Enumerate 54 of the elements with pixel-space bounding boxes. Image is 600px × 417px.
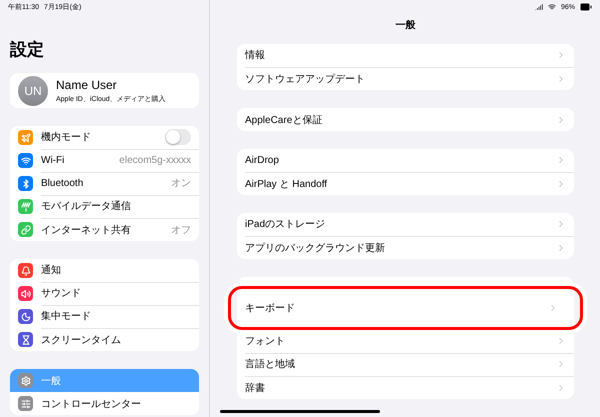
signal-icon <box>534 3 543 11</box>
sidebar-item[interactable]: インターネット共有 オフ <box>10 218 199 241</box>
settings-row[interactable]: フォント <box>237 330 574 353</box>
sidebar-item[interactable]: Wi-Fi elecom5g-xxxxx <box>10 149 199 172</box>
sidebar-label: スクリーンタイム <box>41 334 121 346</box>
avatar: UN <box>18 76 48 106</box>
row-label: ソフトウェアアップデート <box>245 72 365 86</box>
sidebar-label: 一般 <box>41 374 61 388</box>
settings-row[interactable]: アプリのバックグラウンド更新 <box>237 236 574 259</box>
row-label: AirDrop <box>245 154 279 166</box>
sidebar-item[interactable]: 機内モード <box>10 126 199 149</box>
sidebar-label: コントロールセンター <box>41 398 141 410</box>
row-label: アプリのバックグラウンド更新 <box>245 242 385 254</box>
sidebar-label: 機内モード <box>41 130 91 144</box>
wifi-icon <box>548 3 556 11</box>
sidebar-label: モバイルデータ通信 <box>41 200 131 213</box>
settings-row[interactable]: 言語と地域 <box>237 353 574 376</box>
row-label: 情報 <box>245 48 265 62</box>
sidebar-label: 集中モード <box>41 310 91 323</box>
row-label: iPadのストレージ <box>245 218 326 231</box>
sidebar-label: インターネット共有 <box>41 224 131 236</box>
row-label: 辞書 <box>245 382 265 394</box>
row-label: AirPlay と Handoff <box>245 178 328 190</box>
settings-row[interactable]: AirDrop <box>237 149 574 172</box>
setting-value: オン <box>171 177 191 190</box>
setting-value: elecom5g-xxxxx <box>119 154 191 166</box>
settings-row[interactable]: 情報 <box>237 44 574 67</box>
sidebar-label: 通知 <box>41 264 61 277</box>
sidebar-label: サウンド <box>41 287 81 300</box>
profile-name: Name User <box>56 78 118 92</box>
sidebar-item[interactable]: Bluetooth オン <box>10 172 199 195</box>
settings-row[interactable]: iPadのストレージ <box>237 213 574 236</box>
row-label: フォント <box>245 335 285 348</box>
settings-row[interactable]: 辞書 <box>237 376 574 399</box>
row-label: キーボード <box>245 302 295 315</box>
settings-row[interactable]: ソフトウェアアップデート <box>237 67 574 90</box>
settings-title: 設定 <box>10 39 45 61</box>
sidebar-item[interactable]: 通知 <box>10 259 199 282</box>
sidebar-item[interactable]: 集中モード <box>10 305 199 328</box>
setting-value: オフ <box>171 224 191 236</box>
sidebar-label: Bluetooth <box>41 178 84 188</box>
settings-row[interactable]: AirPlay と Handoff <box>237 172 574 195</box>
settings-row[interactable]: AppleCareと保証 <box>237 108 574 131</box>
sidebar-label: Wi-Fi <box>41 154 64 166</box>
sidebar-item[interactable]: スクリーンタイム <box>10 328 199 351</box>
battery-icon <box>580 1 592 13</box>
row-label: 言語と地域 <box>245 358 295 371</box>
page-title: 一般 <box>394 19 416 32</box>
sidebar-item[interactable]: コントロールセンター <box>10 392 199 415</box>
toggle-switch[interactable] <box>165 129 191 145</box>
sidebar-item[interactable]: サウンド <box>10 282 199 305</box>
sidebar-item[interactable]: モバイルデータ通信 <box>10 195 199 218</box>
settings-row[interactable]: キーボード <box>228 286 583 330</box>
row-label: AppleCareと保証 <box>245 114 322 126</box>
